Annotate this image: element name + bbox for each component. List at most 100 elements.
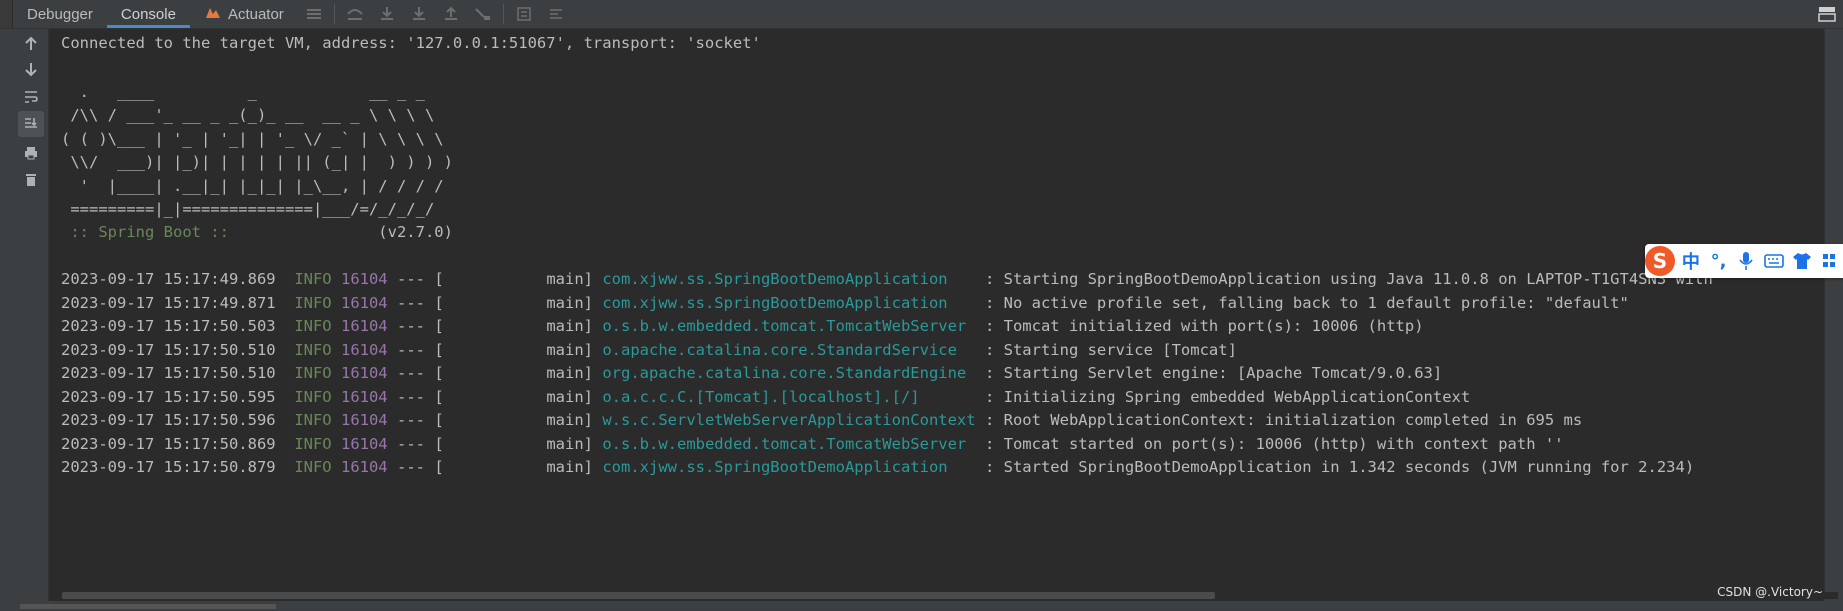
log-logger[interactable]: o.apache.catalina.core.StandardService [602,341,975,359]
log-thread: main] [443,387,593,406]
banner-line: =========|_|==============|___/=/_/_/_/ [61,200,435,218]
shirt-icon[interactable] [1788,246,1816,276]
log-line: 2023-09-17 15:17:50.510 INFO 16104 --- [… [61,361,1442,385]
log-separator: --- [ [397,364,444,382]
spring-boot-label: :: Spring Boot :: [61,223,239,241]
log-separator: --- [ [397,387,444,406]
watermark: CSDN @.Victory~ [1717,585,1823,599]
keyboard-icon[interactable] [1760,246,1788,276]
log-line: 2023-09-17 15:17:50.595 INFO 16104 --- [… [61,385,1470,409]
log-timestamp: 2023-09-17 15:17:50.510 [61,340,276,359]
scroll-to-end-icon[interactable] [18,111,44,137]
bottom-scroll-thumb[interactable] [20,604,276,609]
log-pid: 16104 [340,340,388,359]
log-pid: 16104 [340,317,388,335]
log-level: INFO [294,387,332,406]
log-pid: 16104 [340,387,388,406]
log-separator: --- [ [397,270,444,288]
trash-icon[interactable] [18,166,44,192]
log-logger[interactable]: com.xjww.ss.SpringBootDemoApplication [602,270,975,288]
spring-boot-version-line: :: Spring Boot :: (v2.7.0) [61,220,453,244]
step-into-icon[interactable] [371,0,403,28]
log-message: : Tomcat initialized with port(s): 10006… [984,317,1424,335]
log-logger[interactable]: o.a.c.c.C.[Tomcat].[localhost].[/] [602,388,975,406]
banner-line: ( ( )\___ | '_ | '_| | '_ \/ _` | \ \ \ … [61,130,444,148]
log-timestamp: 2023-09-17 15:17:50.510 [61,364,276,382]
tab-debugger[interactable]: Debugger [13,0,107,28]
log-logger[interactable]: com.xjww.ss.SpringBootDemoApplication [602,458,975,476]
log-line: 2023-09-17 15:17:50.596 INFO 16104 --- [… [61,408,1582,432]
log-level: INFO [294,293,332,312]
print-icon[interactable] [18,140,44,166]
horizontal-scrollbar-thumb[interactable] [62,592,1215,599]
down-arrow-icon[interactable] [18,56,44,82]
log-pid: 16104 [340,458,388,476]
log-message: : Root WebApplicationContext: initializa… [984,411,1583,429]
tab-console[interactable]: Console [106,0,190,28]
tabbar-edge [0,0,13,28]
toolbar-separator [333,4,335,24]
ime-toolbar[interactable]: S 中 °, [1645,244,1843,278]
log-line: 2023-09-17 15:17:49.869 INFO 16104 --- [… [61,267,1713,291]
ime-punctuation[interactable]: °, [1705,246,1733,276]
up-arrow-icon[interactable] [18,31,44,57]
log-line: 2023-09-17 15:17:50.879 INFO 16104 --- [… [61,455,1694,479]
grid-icon[interactable] [1815,246,1843,276]
log-separator: --- [ [397,340,444,359]
log-pid: 16104 [340,293,388,312]
log-timestamp: 2023-09-17 15:17:49.869 [61,270,276,288]
log-logger[interactable]: w.s.c.ServletWebServerApplicationContext [602,411,975,429]
evaluate-expression-icon[interactable] [508,0,540,28]
log-level: INFO [294,317,332,335]
trace-icon[interactable] [540,0,572,28]
run-to-cursor-icon[interactable] [467,0,499,28]
log-thread: main] [443,434,593,453]
force-step-into-icon[interactable] [403,0,435,28]
log-logger[interactable]: o.s.b.w.embedded.tomcat.TomcatWebServer [602,435,975,453]
sogou-logo-icon[interactable]: S [1643,243,1677,279]
log-line: 2023-09-17 15:17:50.869 INFO 16104 --- [… [61,432,1564,456]
log-separator: --- [ [397,411,444,429]
log-line: 2023-09-17 15:17:49.871 INFO 16104 --- [… [61,291,1629,315]
debug-toolbar [298,0,572,28]
log-level: INFO [294,411,332,429]
log-timestamp: 2023-09-17 15:17:50.879 [61,458,276,476]
step-over-icon[interactable] [339,0,371,28]
log-logger[interactable]: o.s.b.w.embedded.tomcat.TomcatWebServer [602,317,975,335]
log-thread: main] [443,364,593,382]
log-separator: --- [ [397,317,444,335]
mic-icon[interactable] [1732,246,1760,276]
log-message: : No active profile set, falling back to… [984,293,1629,312]
log-line: 2023-09-17 15:17:50.510 INFO 16104 --- [… [61,338,1237,362]
menu-icon[interactable] [298,0,330,28]
log-thread: main] [443,317,593,335]
log-level: INFO [294,434,332,453]
log-thread: main] [443,458,593,476]
banner-line: \\/ ___)| |_)| | | | | || (_| | ) ) ) ) [61,153,453,171]
svg-text:S: S [1653,249,1667,273]
log-logger[interactable]: org.apache.catalina.core.StandardEngine [602,364,975,382]
tab-actuator[interactable]: Actuator [190,0,298,28]
log-thread: main] [443,293,593,312]
layout-icon[interactable] [1817,4,1837,24]
ime-chinese-mode[interactable]: 中 [1677,246,1705,276]
tab-label: Console [120,5,176,23]
log-level: INFO [294,340,332,359]
log-message: : Starting service [Tomcat] [984,340,1237,359]
log-message: : Initializing Spring embedded WebApplic… [984,387,1471,406]
spring-boot-version: (v2.7.0) [238,223,453,241]
ide-run-panel: Debugger Console Actuator Connected to t… [0,0,1843,611]
tab-label: Actuator [227,5,284,23]
log-thread: main] [443,340,593,359]
log-separator: --- [ [397,293,444,312]
right-gutter [1824,29,1843,611]
banner-line: . ____ _ __ _ _ [61,83,425,101]
connected-message: Connected to the target VM, address: '12… [61,34,761,52]
log-timestamp: 2023-09-17 15:17:50.595 [61,387,276,406]
step-out-icon[interactable] [435,0,467,28]
log-line: 2023-09-17 15:17:50.503 INFO 16104 --- [… [61,314,1424,338]
log-logger[interactable]: com.xjww.ss.SpringBootDemoApplication [602,294,975,312]
soft-wrap-icon[interactable] [18,84,44,110]
console-output[interactable]: Connected to the target VM, address: '12… [49,29,1825,601]
banner-line: ' |____| .__|_| |_|_| |_\__, | / / / / [61,177,444,195]
